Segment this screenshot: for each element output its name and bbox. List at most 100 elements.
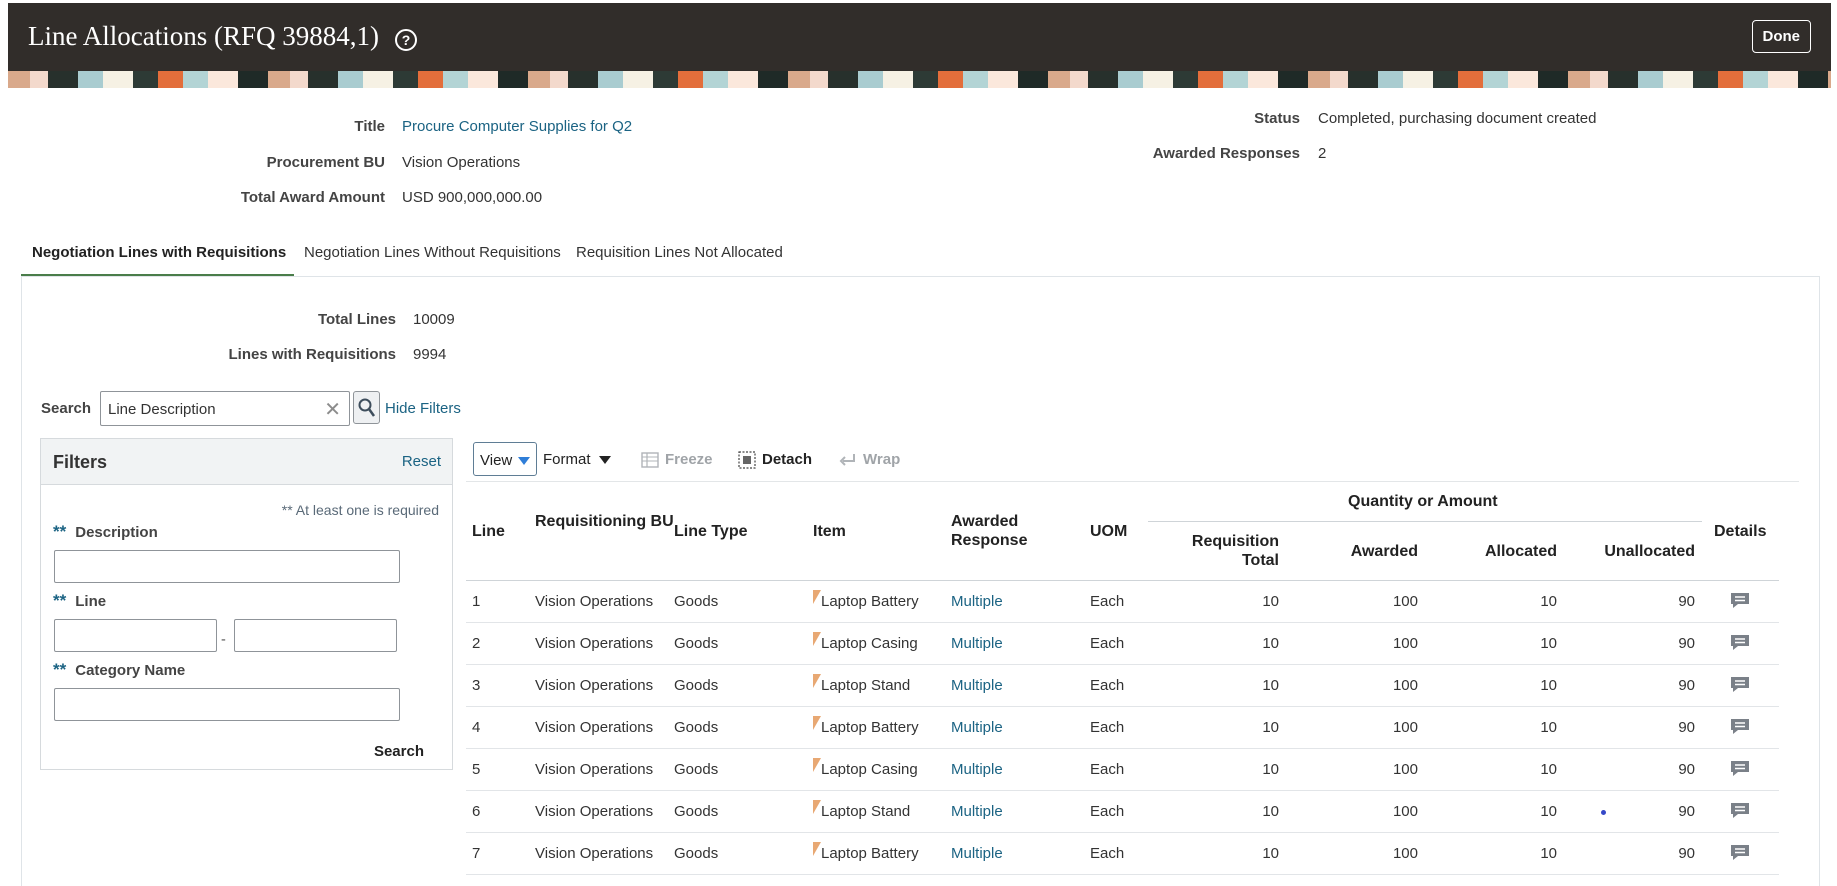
- line-type-cell: Goods: [674, 803, 719, 820]
- filters-header: Filters Reset: [41, 439, 452, 485]
- awarded-response-link[interactable]: Multiple: [951, 845, 1003, 862]
- line-type-cell: Goods: [674, 845, 719, 862]
- col-header-awarded-response[interactable]: Awarded Response: [951, 512, 1051, 550]
- item-flag-icon: [813, 716, 821, 730]
- requisition-total-cell: 10: [1262, 635, 1279, 652]
- item-cell: Laptop Battery: [813, 581, 919, 623]
- status-label: Status: [1254, 110, 1300, 127]
- col-header-line-type[interactable]: Line Type: [674, 522, 748, 541]
- table-row: 2 Vision Operations Goods Laptop Casing …: [466, 623, 1779, 665]
- freeze-button[interactable]: Freeze: [641, 451, 713, 468]
- table-row: 1 Vision Operations Goods Laptop Battery…: [466, 581, 1779, 623]
- detach-button[interactable]: Detach: [738, 451, 812, 469]
- category-name-field[interactable]: [54, 688, 400, 721]
- tab-lines-with-requisitions[interactable]: Negotiation Lines with Requisitions: [32, 244, 286, 261]
- line-number-link[interactable]: 4: [472, 719, 480, 736]
- col-header-uom[interactable]: UOM: [1090, 522, 1127, 541]
- details-icon[interactable]: [1730, 634, 1750, 656]
- details-icon[interactable]: [1730, 760, 1750, 782]
- col-header-unallocated[interactable]: Unallocated: [1575, 542, 1695, 561]
- chevron-down-icon: [598, 456, 611, 465]
- total-award-amount-value: USD 900,000,000.00: [402, 189, 543, 206]
- title-link[interactable]: Procure Computer Supplies for Q2: [402, 118, 632, 135]
- search-button[interactable]: [353, 391, 380, 424]
- table-row: 7 Vision Operations Goods Laptop Battery…: [466, 833, 1779, 875]
- uom-cell: Each: [1090, 761, 1125, 778]
- col-header-requisitioning-bu[interactable]: Requisitioning BU: [535, 512, 675, 531]
- awarded-response-link[interactable]: Multiple: [951, 803, 1003, 820]
- allocated-cell: 10: [1540, 593, 1557, 610]
- awarded-response-link[interactable]: Multiple: [951, 635, 1003, 652]
- uom-cell: Each: [1090, 845, 1125, 862]
- awarded-cell: 100: [1392, 677, 1418, 694]
- col-header-requisition-total[interactable]: Requisition Total: [1160, 532, 1279, 570]
- requisitioning-bu-cell: Vision Operations: [535, 635, 654, 652]
- filters-search-button[interactable]: Search: [374, 743, 424, 760]
- allocated-cell: 10: [1540, 719, 1557, 736]
- line-number-link[interactable]: 1: [472, 593, 480, 610]
- awarded-response-link[interactable]: Multiple: [951, 719, 1003, 736]
- awarded-response-link[interactable]: Multiple: [951, 677, 1003, 694]
- search-input[interactable]: Line Description ✕: [100, 391, 350, 426]
- awarded-cell: 100: [1392, 761, 1418, 778]
- line-number-link[interactable]: 2: [472, 635, 480, 652]
- view-menu-button[interactable]: View: [473, 442, 537, 476]
- item-cell: Laptop Stand: [813, 791, 910, 833]
- awarded-response-link[interactable]: Multiple: [951, 593, 1003, 610]
- details-icon[interactable]: [1730, 802, 1750, 824]
- description-label: ** Description: [53, 522, 158, 541]
- uom-cell: Each: [1090, 677, 1125, 694]
- details-icon[interactable]: [1730, 592, 1750, 614]
- item-flag-icon: [813, 842, 821, 856]
- tab-requisition-lines-not-allocated[interactable]: Requisition Lines Not Allocated: [576, 244, 783, 261]
- table-row: 5 Vision Operations Goods Laptop Casing …: [466, 749, 1779, 791]
- summary-amount-row: Total Award Amount USD 900,000,000.00: [0, 189, 900, 209]
- col-header-allocated[interactable]: Allocated: [1440, 542, 1557, 561]
- item-value: Laptop Casing: [821, 635, 918, 652]
- line-number-link[interactable]: 5: [472, 761, 480, 778]
- reset-link[interactable]: Reset: [402, 453, 441, 470]
- item-cell: Laptop Stand: [813, 665, 910, 707]
- view-label: View: [480, 452, 513, 469]
- line-number-link[interactable]: 6: [472, 803, 480, 820]
- col-header-line[interactable]: Line: [472, 522, 505, 541]
- awarded-responses-value: 2: [1318, 145, 1327, 162]
- table-row: 3 Vision Operations Goods Laptop Stand M…: [466, 665, 1779, 707]
- requisition-total-cell: 10: [1262, 677, 1279, 694]
- total-lines-label: Total Lines: [317, 311, 396, 328]
- item-cell: Laptop Casing: [813, 623, 918, 665]
- hide-filters-link[interactable]: Hide Filters: [385, 400, 461, 417]
- awarded-response-link[interactable]: Multiple: [951, 761, 1003, 778]
- requisition-total-cell: 10: [1262, 803, 1279, 820]
- wrap-button[interactable]: Wrap: [839, 451, 900, 468]
- unallocated-cell: 90: [1678, 845, 1695, 862]
- col-header-item[interactable]: Item: [813, 522, 846, 541]
- details-icon[interactable]: [1730, 676, 1750, 698]
- allocated-cell: 10: [1540, 845, 1557, 862]
- help-icon[interactable]: ?: [395, 29, 417, 51]
- line-number-link[interactable]: 7: [472, 845, 480, 862]
- line-to-field[interactable]: [234, 619, 397, 652]
- awarded-cell: 100: [1392, 635, 1418, 652]
- line-number-link[interactable]: 3: [472, 677, 480, 694]
- line-type-cell: Goods: [674, 677, 719, 694]
- tab-lines-without-requisitions[interactable]: Negotiation Lines Without Requisitions: [304, 244, 561, 261]
- toolbar-divider: [466, 481, 1799, 482]
- clear-icon[interactable]: ✕: [324, 397, 341, 422]
- done-button[interactable]: Done: [1751, 20, 1811, 53]
- line-from-field[interactable]: [54, 619, 217, 652]
- item-cell: Laptop Battery: [813, 833, 919, 875]
- details-icon[interactable]: [1730, 844, 1750, 866]
- allocated-cell: 10: [1540, 761, 1557, 778]
- item-value: Laptop Battery: [821, 719, 919, 736]
- item-cell: Laptop Casing: [813, 749, 918, 791]
- description-field[interactable]: [54, 550, 400, 583]
- page-title: Line Allocations (RFQ 39884,1): [28, 21, 379, 51]
- col-header-awarded[interactable]: Awarded: [1300, 542, 1418, 561]
- line-label: ** Line: [53, 591, 107, 610]
- format-menu[interactable]: Format: [543, 451, 611, 468]
- requisitioning-bu-cell: Vision Operations: [535, 845, 654, 862]
- details-icon[interactable]: [1730, 718, 1750, 740]
- item-value: Laptop Stand: [821, 803, 911, 820]
- requisition-total-cell: 10: [1262, 719, 1279, 736]
